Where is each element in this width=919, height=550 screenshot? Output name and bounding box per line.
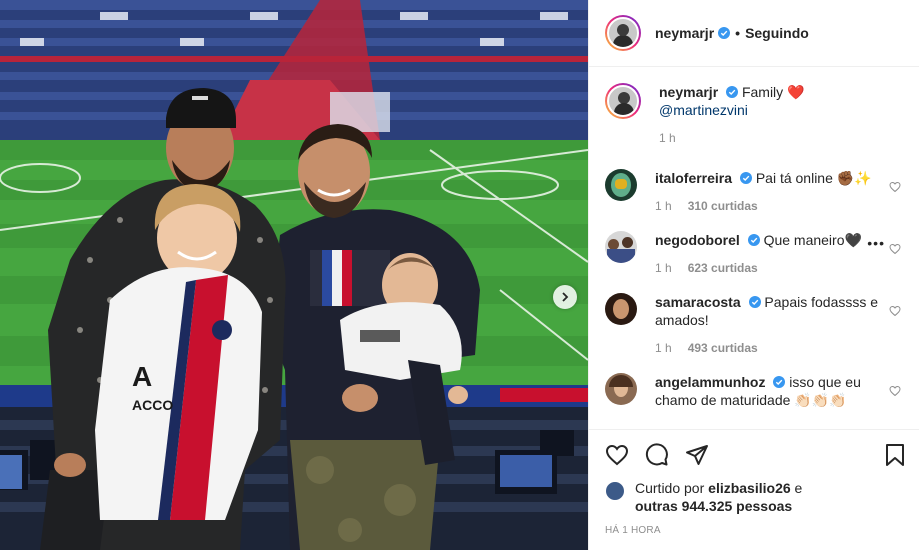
comment-likes-count[interactable]: 493 curtidas [688,339,758,357]
post-header: neymarjr • Seguindo [589,0,919,67]
more-options-icon[interactable]: ••• [867,235,885,251]
post-time-ago[interactable]: HÁ 1 HORA [589,515,919,536]
caption-text: Family [741,84,784,100]
comment-item: angelammunhoz isso que eu chamo de matur… [605,373,903,409]
heart-icon[interactable] [605,443,629,467]
author-username[interactable]: neymarjr [655,25,714,41]
likes-connector: e [794,480,803,496]
commenter-avatar[interactable] [605,169,637,201]
next-photo-button[interactable] [553,285,577,309]
comment-username[interactable]: italoferreira [655,170,732,186]
bookmark-icon[interactable] [883,443,907,467]
likes-summary: Curtido por elizbasilio26 e outras 944.3… [589,479,919,515]
comment-likes-count[interactable]: 623 curtidas [688,259,758,277]
commenter-avatar[interactable] [605,373,637,405]
post-photo[interactable]: A ACCO [0,0,588,550]
svg-text:ACCO: ACCO [132,397,173,413]
likes-prefix: Curtido por [635,480,705,496]
comment-username[interactable]: angelammunhoz [655,374,765,390]
verified-badge-icon [747,234,760,246]
comment-time: 1 h [655,261,672,275]
post-caption: neymarjr Family ❤️ @martinezvini 1 h [605,83,903,147]
liker-username[interactable]: elizbasilio26 [708,480,790,496]
chevron-right-icon [562,292,569,302]
heart-icon[interactable] [889,385,901,397]
comment-text: Pai tá online ✊🏾✨ [755,170,872,186]
commenter-avatar[interactable] [605,293,637,325]
liker-avatar[interactable] [605,481,625,501]
post-dialog: A ACCO neymarjr • Seguindo neymarjr Fami… [0,0,919,550]
verified-badge-icon [748,296,761,308]
comment-item: negodoborel Que maneiro🖤 1 h 623 curtida… [605,231,903,277]
separator-dot: • [735,25,741,41]
comment-icon[interactable] [645,442,669,467]
comment-text: Que maneiro🖤 [763,232,862,248]
heart-icon[interactable] [889,305,901,317]
post-side-panel: neymarjr • Seguindo neymarjr Family ❤️ @… [588,0,919,550]
author-avatar[interactable] [605,15,641,51]
comment-item: samaracosta Papais fodassss e amados! 1 … [605,293,903,357]
caption-time: 1 h [659,131,676,145]
follow-status-button[interactable]: Seguindo [745,25,809,41]
comment-time: 1 h [655,199,672,213]
comment-time: 1 h [655,341,672,355]
stadium-family-photo: A ACCO [0,0,588,550]
verified-badge-icon [739,172,752,184]
comment-likes-count[interactable]: 310 curtidas [688,197,758,215]
heart-icon[interactable] [889,243,901,255]
share-icon[interactable] [685,443,709,467]
comment-username[interactable]: negodoborel [655,232,740,248]
other-likes-count[interactable]: outras 944.325 pessoas [635,498,792,514]
heart-icon[interactable] [889,181,901,193]
verified-badge-icon [773,376,786,388]
commenter-avatar[interactable] [605,231,637,263]
caption-emoji: ❤️ [787,84,805,100]
post-actions-bar [589,429,919,479]
verified-badge-icon [718,27,731,39]
verified-badge-icon [726,86,739,98]
caption-username[interactable]: neymarjr [659,84,718,100]
caption-mention-link[interactable]: @martinezvini [659,102,748,118]
comments-list[interactable]: neymarjr Family ❤️ @martinezvini 1 h ita… [589,67,919,429]
svg-text:A: A [132,361,152,392]
author-avatar-small[interactable] [605,83,641,119]
comment-username[interactable]: samaracosta [655,294,741,310]
comment-item: italoferreira Pai tá online ✊🏾✨ 1 h 310 … [605,169,903,215]
